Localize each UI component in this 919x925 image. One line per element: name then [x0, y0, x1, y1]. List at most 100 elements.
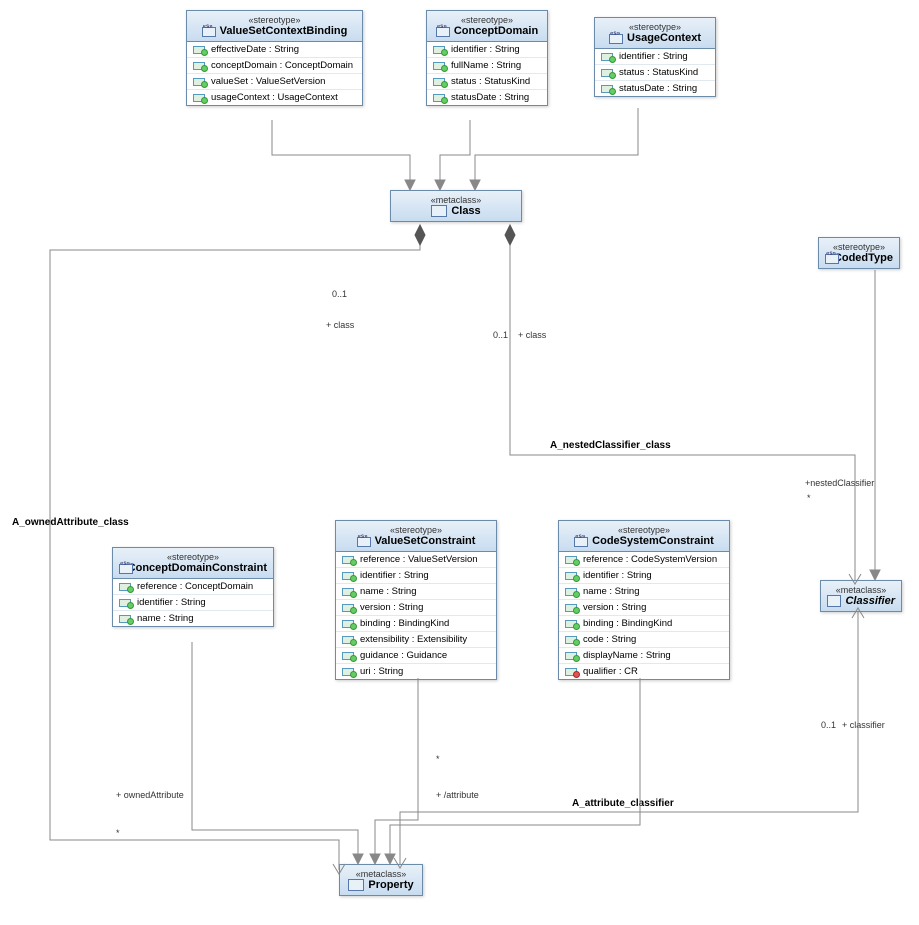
property-icon [342, 587, 356, 597]
class-classifier[interactable]: «metaclass» Classifier [820, 580, 902, 612]
stereotype-icon [202, 25, 216, 37]
role-label: +nestedClassifier [805, 478, 874, 488]
property-icon [565, 651, 579, 661]
class-header: «stereotype» ConceptDomain [427, 11, 547, 42]
metaclass-icon [827, 595, 841, 607]
attributes-list: identifier : String fullName : String st… [427, 42, 547, 105]
property-icon [342, 555, 356, 565]
connectors-svg [0, 0, 919, 925]
class-name: Classifier [827, 595, 895, 607]
property-icon [565, 587, 579, 597]
association-label: A_nestedClassifier_class [550, 440, 671, 451]
property-icon [565, 619, 579, 629]
attribute: name : String [559, 583, 729, 599]
property-icon [565, 555, 579, 565]
attributes-list: identifier : String status : StatusKind … [595, 49, 715, 96]
attribute: usageContext : UsageContext [187, 89, 362, 105]
attribute: qualifier : CR [559, 663, 729, 679]
multiplicity-label: * [807, 493, 811, 503]
property-icon [601, 84, 615, 94]
class-name: UsageContext [601, 32, 709, 44]
class-header: «metaclass» Classifier [821, 581, 901, 611]
multiplicity-label: * [436, 754, 440, 764]
stereotype-label: «stereotype» [565, 525, 723, 535]
association-label: A_attribute_classifier [572, 798, 674, 809]
stereotype-icon [825, 252, 830, 264]
role-label: + classifier [842, 720, 885, 730]
role-label: + class [518, 330, 546, 340]
attribute: conceptDomain : ConceptDomain [187, 57, 362, 73]
property-icon [119, 582, 133, 592]
property-icon [433, 77, 447, 87]
role-label: + class [326, 320, 354, 330]
multiplicity-label: 0..1 [821, 720, 836, 730]
class-name: ConceptDomainConstraint [119, 562, 267, 574]
attribute: version : String [559, 599, 729, 615]
class-name: CodedType [825, 252, 893, 264]
class-valueSetContextBinding[interactable]: «stereotype» ValueSetContextBinding effe… [186, 10, 363, 106]
stereotype-icon [609, 32, 623, 44]
property-icon [342, 635, 356, 645]
class-header: «metaclass» Property [340, 865, 422, 895]
property-icon [193, 77, 207, 87]
class-header: «stereotype» ValueSetConstraint [336, 521, 496, 552]
multiplicity-label: 0..1 [332, 289, 347, 299]
class-property[interactable]: «metaclass» Property [339, 864, 423, 896]
metaclass-icon [431, 205, 447, 217]
class-header: «stereotype» ValueSetContextBinding [187, 11, 362, 42]
attribute: guidance : Guidance [336, 647, 496, 663]
attributes-list: reference : ValueSetVersion identifier :… [336, 552, 496, 679]
stereotype-label: «stereotype» [193, 15, 356, 25]
property-icon [342, 667, 356, 677]
attribute: identifier : String [427, 42, 547, 57]
class-valueSetConstraint[interactable]: «stereotype» ValueSetConstraint referenc… [335, 520, 497, 680]
class-codedType[interactable]: «stereotype» CodedType [818, 237, 900, 269]
attributes-list: effectiveDate : String conceptDomain : C… [187, 42, 362, 105]
class-name: Class [397, 205, 515, 217]
class-header: «stereotype» ConceptDomainConstraint [113, 548, 273, 579]
role-label: + ownedAttribute [116, 790, 184, 800]
class-codeSystemConstraint[interactable]: «stereotype» CodeSystemConstraint refere… [558, 520, 730, 680]
class-conceptDomainConstraint[interactable]: «stereotype» ConceptDomainConstraint ref… [112, 547, 274, 627]
attribute: identifier : String [595, 49, 715, 64]
property-icon [601, 52, 615, 62]
stereotype-label: «metaclass» [397, 195, 515, 205]
attribute: valueSet : ValueSetVersion [187, 73, 362, 89]
attribute: reference : ConceptDomain [113, 579, 273, 594]
stereotype-icon [436, 25, 450, 37]
property-icon [193, 93, 207, 103]
attribute: name : String [336, 583, 496, 599]
property-icon [119, 614, 133, 624]
attribute: status : StatusKind [427, 73, 547, 89]
class-header: «stereotype» UsageContext [595, 18, 715, 49]
stereotype-icon [357, 535, 371, 547]
attribute: reference : CodeSystemVersion [559, 552, 729, 567]
class-header: «stereotype» CodeSystemConstraint [559, 521, 729, 552]
property-icon [565, 635, 579, 645]
attribute: extensibility : Extensibility [336, 631, 496, 647]
attribute: code : String [559, 631, 729, 647]
class-name: ValueSetContextBinding [193, 25, 356, 37]
property-icon [342, 603, 356, 613]
attribute: statusDate : String [427, 89, 547, 105]
class-usageContext[interactable]: «stereotype» UsageContext identifier : S… [594, 17, 716, 97]
association-label: A_ownedAttribute_class [12, 517, 129, 528]
attribute: binding : BindingKind [559, 615, 729, 631]
attribute: identifier : String [113, 594, 273, 610]
attribute: fullName : String [427, 57, 547, 73]
attribute: status : StatusKind [595, 64, 715, 80]
property-icon [433, 93, 447, 103]
attributes-list: reference : ConceptDomain identifier : S… [113, 579, 273, 626]
property-icon [342, 619, 356, 629]
property-icon [193, 45, 207, 55]
attribute: reference : ValueSetVersion [336, 552, 496, 567]
property-icon [565, 603, 579, 613]
class-conceptDomain[interactable]: «stereotype» ConceptDomain identifier : … [426, 10, 548, 106]
property-icon [433, 61, 447, 71]
property-icon [342, 651, 356, 661]
class-classMeta[interactable]: «metaclass» Class [390, 190, 522, 222]
property-icon [601, 68, 615, 78]
stereotype-icon [119, 562, 124, 574]
class-header: «stereotype» CodedType [819, 238, 899, 268]
stereotype-label: «metaclass» [346, 869, 416, 879]
